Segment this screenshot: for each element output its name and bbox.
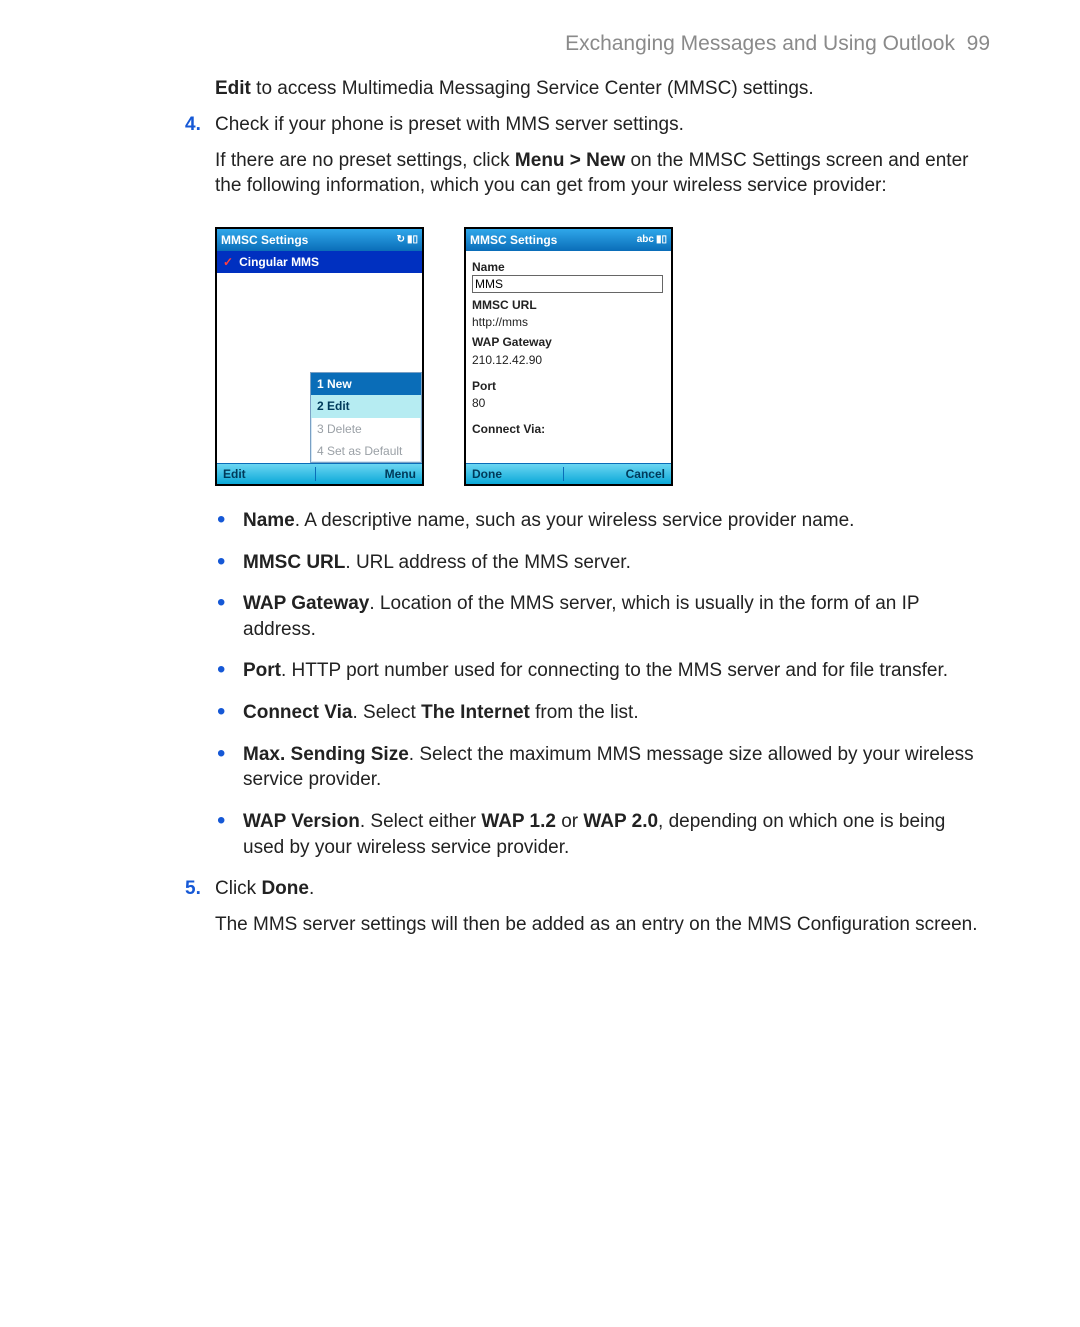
check-icon: ✓	[223, 254, 233, 270]
bullet-wap-bold: WAP Gateway	[243, 593, 369, 614]
bullet-max-sending-size: Max. Sending Size. Select the maximum MM…	[215, 742, 990, 793]
bullet-ver-bold: WAP Version	[243, 811, 360, 832]
softbar-divider	[563, 467, 564, 481]
step-5-line-2: The MMS server settings will then be add…	[215, 912, 990, 938]
name-label: Name	[472, 259, 665, 275]
bullet-url-bold: MMSC URL	[243, 552, 345, 573]
phone-left-status-icons: ↻ ▮▯	[397, 233, 418, 247]
mmsc-url-label: MMSC URL	[472, 297, 665, 313]
phone-left-title: MMSC Settings	[221, 232, 308, 248]
bullet-mmsc-url: MMSC URL. URL address of the MMS server.	[215, 550, 990, 576]
softkey-done[interactable]: Done	[472, 466, 502, 482]
phone-left: MMSC Settings ↻ ▮▯ ✓ Cingular MMS 1 New …	[215, 227, 424, 486]
phone-left-body: ✓ Cingular MMS 1 New 2 Edit 3 Delete 4 S…	[217, 251, 422, 463]
step-5-line-1a: Click	[215, 878, 261, 899]
softkey-menu[interactable]: Menu	[385, 466, 416, 482]
step-4-line-1: Check if your phone is preset with MMS s…	[215, 112, 990, 138]
phone-right-softbar: Done Cancel	[466, 463, 671, 484]
mmsc-list-item[interactable]: ✓ Cingular MMS	[217, 251, 422, 273]
intro-rest: to access Multimedia Messaging Service C…	[251, 78, 814, 99]
bullet-wap-gateway: WAP Gateway. Location of the MMS server,…	[215, 591, 990, 642]
step-5-number: 5.	[185, 876, 215, 947]
context-menu: 1 New 2 Edit 3 Delete 4 Set as Default	[310, 372, 422, 463]
phone-right-titlebar: MMSC Settings abc ▮▯	[466, 229, 671, 251]
wap-gateway-label: WAP Gateway	[472, 334, 665, 350]
sync-icon: ↻	[397, 233, 405, 247]
step-5-line-1c: .	[309, 878, 314, 899]
bullet-conn-bold: Connect Via	[243, 702, 352, 723]
bullet-ver-t1: . Select either	[360, 811, 481, 832]
step-4: 4. Check if your phone is preset with MM…	[90, 112, 990, 209]
signal-icon: ▮▯	[656, 233, 667, 247]
header-page: 99	[967, 32, 990, 55]
phone-right-status-icons: abc ▮▯	[637, 233, 667, 247]
step-5: 5. Click Done. The MMS server settings w…	[90, 876, 990, 947]
phone-right: MMSC Settings abc ▮▯ Name MMSC URL http:…	[464, 227, 673, 486]
menu-item-set-default[interactable]: 4 Set as Default	[311, 440, 421, 462]
phone-left-titlebar: MMSC Settings ↻ ▮▯	[217, 229, 422, 251]
bullet-ver-t4: WAP 2.0	[583, 811, 658, 832]
input-mode-indicator: abc	[637, 233, 654, 247]
step-5-line-1: Click Done.	[215, 876, 990, 902]
bullet-name: Name. A descriptive name, such as your w…	[215, 508, 990, 534]
menu-item-delete[interactable]: 3 Delete	[311, 418, 421, 440]
edit-bold: Edit	[215, 78, 251, 99]
phone-right-title: MMSC Settings	[470, 232, 557, 248]
bullet-conn-t1: . Select	[352, 702, 421, 723]
port-label: Port	[472, 378, 665, 394]
bullet-conn-t3: from the list.	[530, 702, 639, 723]
step-4-line-2a: If there are no preset settings, click	[215, 150, 515, 171]
menu-item-edit[interactable]: 2 Edit	[311, 395, 421, 417]
bullet-connect-via: Connect Via. Select The Internet from th…	[215, 700, 990, 726]
mmsc-list-item-label: Cingular MMS	[239, 254, 319, 270]
bullet-port: Port. HTTP port number used for connecti…	[215, 658, 990, 684]
page-header: Exchanging Messages and Using Outlook 99	[90, 30, 990, 58]
phone-right-body: Name MMSC URL http://mms WAP Gateway 210…	[466, 251, 671, 463]
mmsc-url-value[interactable]: http://mms	[472, 314, 665, 330]
softbar-divider	[315, 467, 316, 481]
bullet-conn-t2: The Internet	[421, 702, 530, 723]
softkey-cancel[interactable]: Cancel	[626, 466, 665, 482]
field-description-list: Name. A descriptive name, such as your w…	[90, 508, 990, 860]
step-4-number: 4.	[185, 112, 215, 209]
step-4-line-2-bold: Menu > New	[515, 150, 625, 171]
wap-gateway-value[interactable]: 210.12.42.90	[472, 352, 665, 368]
bullet-name-bold: Name	[243, 510, 295, 531]
signal-icon: ▮▯	[407, 233, 418, 247]
bullet-ver-t2: WAP 1.2	[481, 811, 556, 832]
header-title: Exchanging Messages and Using Outlook	[565, 32, 955, 55]
screenshot-row: MMSC Settings ↻ ▮▯ ✓ Cingular MMS 1 New …	[215, 227, 990, 486]
bullet-port-bold: Port	[243, 660, 281, 681]
name-input[interactable]	[472, 275, 663, 293]
connect-via-label: Connect Via:	[472, 421, 665, 437]
bullet-name-text: . A descriptive name, such as your wirel…	[295, 510, 855, 531]
mmsc-form: Name MMSC URL http://mms WAP Gateway 210…	[466, 251, 671, 438]
bullet-wap-version: WAP Version. Select either WAP 1.2 or WA…	[215, 809, 990, 860]
bullet-max-bold: Max. Sending Size	[243, 744, 409, 765]
intro-paragraph: Edit to access Multimedia Messaging Serv…	[215, 76, 990, 102]
step-4-line-2: If there are no preset settings, click M…	[215, 148, 990, 199]
bullet-port-text: . HTTP port number used for connecting t…	[281, 660, 948, 681]
step-5-line-1-bold: Done	[261, 878, 309, 899]
softkey-edit[interactable]: Edit	[223, 466, 246, 482]
bullet-url-text: . URL address of the MMS server.	[345, 552, 630, 573]
phone-left-softbar: Edit Menu	[217, 463, 422, 484]
port-value[interactable]: 80	[472, 395, 665, 411]
menu-item-new[interactable]: 1 New	[311, 373, 421, 395]
bullet-ver-t3: or	[556, 811, 583, 832]
